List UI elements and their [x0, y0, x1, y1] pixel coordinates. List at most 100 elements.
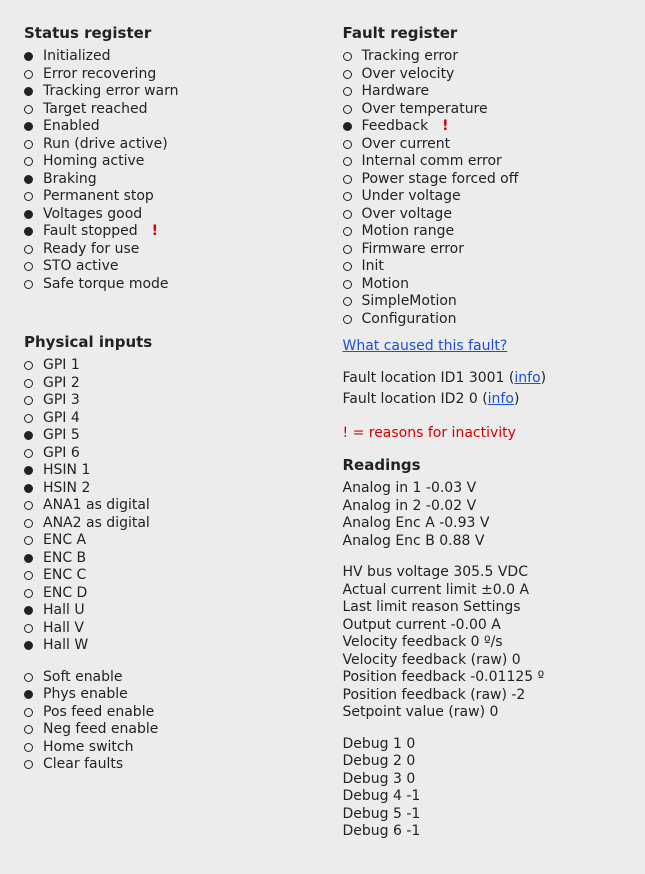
status-item-label: Braking [43, 171, 97, 189]
phys-item-label: Soft enable [43, 669, 123, 687]
readings-group-3: Debug 1 0Debug 2 0Debug 3 0Debug 4 -1Deb… [343, 736, 622, 841]
fault-item-firmware-error: Firmware error [343, 241, 622, 259]
fault-item-label: Firmware error [362, 241, 465, 259]
phys-item-label: GPI 3 [43, 392, 80, 410]
status-dot-icon [24, 589, 33, 598]
status-dot-icon [24, 708, 33, 717]
fault-loc2-info-link[interactable]: info [488, 391, 514, 407]
phys-item-label: Phys enable [43, 686, 128, 704]
fault-item-over-temperature: Over temperature [343, 101, 622, 119]
fault-cause-link[interactable]: What caused this fault? [343, 338, 508, 354]
status-dot-icon [24, 245, 33, 254]
fault-item-tracking-error: Tracking error [343, 48, 622, 66]
status-item-label: Enabled [43, 118, 100, 136]
fault-item-label: Hardware [362, 83, 430, 101]
reading-debug-1: Debug 1 0 [343, 736, 622, 754]
phys-item-label: ENC D [43, 585, 87, 603]
status-dot-icon [343, 227, 352, 236]
phys-item-gpi-1: GPI 1 [24, 357, 303, 375]
status-dot-icon [24, 725, 33, 734]
fault-item-label: Under voltage [362, 188, 461, 206]
fault-item-label: Tracking error [362, 48, 459, 66]
fault-item-label: Over current [362, 136, 451, 154]
status-dot-icon [24, 501, 33, 510]
status-dot-icon [24, 624, 33, 633]
fault-location-2: Fault location ID2 0 (info) [343, 391, 622, 409]
fault-item-label: Feedback [362, 118, 429, 136]
fault-item-internal-comm-error: Internal comm error [343, 153, 622, 171]
readings-title: Readings [343, 456, 622, 474]
inactivity-note: ! = reasons for inactivity [343, 425, 622, 443]
fault-item-label: SimpleMotion [362, 293, 457, 311]
reading-debug-3: Debug 3 0 [343, 771, 622, 789]
reading-velocity-feedback: Velocity feedback 0 º/s [343, 634, 622, 652]
status-dot-icon [24, 262, 33, 271]
status-item-label: Tracking error warn [43, 83, 179, 101]
reading-debug-4: Debug 4 -1 [343, 788, 622, 806]
status-dot-icon [343, 157, 352, 166]
reading-last-limit-reason: Last limit reason Settings [343, 599, 622, 617]
reading-debug-5: Debug 5 -1 [343, 806, 622, 824]
status-dot-icon [24, 641, 33, 650]
fault-item-over-velocity: Over velocity [343, 66, 622, 84]
status-dot-icon [343, 280, 352, 289]
phys-item-hsin-1: HSIN 1 [24, 462, 303, 480]
reading-analog-enc-b: Analog Enc B 0.88 V [343, 533, 622, 551]
status-item-label: Safe torque mode [43, 276, 169, 294]
phys-item-label: ENC B [43, 550, 86, 568]
fault-loc2-label: Fault location ID2 [343, 391, 469, 407]
phys-item-hall-u: Hall U [24, 602, 303, 620]
fault-item-motion: Motion [343, 276, 622, 294]
fault-item-label: Init [362, 258, 384, 276]
status-dot-icon [24, 52, 33, 61]
phys-item-enc-a: ENC A [24, 532, 303, 550]
fault-flag-icon: ! [152, 223, 158, 241]
physical-inputs-list: GPI 1GPI 2GPI 3GPI 4GPI 5GPI 6HSIN 1HSIN… [24, 357, 303, 655]
status-dot-icon [24, 431, 33, 440]
fault-loc1-info-link[interactable]: info [514, 370, 540, 386]
phys-item-gpi-4: GPI 4 [24, 410, 303, 428]
phys-item-hall-v: Hall V [24, 620, 303, 638]
status-dot-icon [343, 192, 352, 201]
status-dot-icon [343, 140, 352, 149]
phys-item-label: ENC A [43, 532, 86, 550]
left-column: Status register InitializedError recover… [24, 24, 303, 841]
status-dot-icon [24, 140, 33, 149]
fault-item-simplemotion: SimpleMotion [343, 293, 622, 311]
phys-item-gpi-3: GPI 3 [24, 392, 303, 410]
status-item-label: Homing active [43, 153, 144, 171]
physical-inputs-title: Physical inputs [24, 333, 303, 351]
status-dot-icon [343, 87, 352, 96]
status-item-label: Ready for use [43, 241, 139, 259]
status-dot-icon [24, 571, 33, 580]
phys-item-ana1-as-digital: ANA1 as digital [24, 497, 303, 515]
reading-analog-enc-a: Analog Enc A -0.93 V [343, 515, 622, 533]
phys-item-neg-feed-enable: Neg feed enable [24, 721, 303, 739]
fault-item-over-voltage: Over voltage [343, 206, 622, 224]
phys-item-label: HSIN 1 [43, 462, 90, 480]
reading-analog-in-1: Analog in 1 -0.03 V [343, 480, 622, 498]
fault-item-configuration: Configuration [343, 311, 622, 329]
status-item-label: Run (drive active) [43, 136, 168, 154]
fault-item-hardware: Hardware [343, 83, 622, 101]
fault-item-label: Configuration [362, 311, 457, 329]
status-item-voltages-good: Voltages good [24, 206, 303, 224]
fault-loc1-value: 3001 [469, 370, 505, 386]
status-dot-icon [24, 105, 33, 114]
status-dot-icon [343, 122, 352, 131]
fault-loc2-value: 0 [469, 391, 478, 407]
status-item-homing-active: Homing active [24, 153, 303, 171]
status-item-label: Error recovering [43, 66, 156, 84]
status-item-safe-torque-mode: Safe torque mode [24, 276, 303, 294]
fault-item-label: Motion [362, 276, 409, 294]
reading-position-feedback: Position feedback -0.01125 º [343, 669, 622, 687]
status-dot-icon [24, 157, 33, 166]
status-dot-icon [343, 297, 352, 306]
status-dot-icon [24, 554, 33, 563]
phys-item-label: Hall V [43, 620, 84, 638]
fault-location-1: Fault location ID1 3001 (info) [343, 370, 622, 388]
reading-actual-current-limit: Actual current limit ±0.0 A [343, 582, 622, 600]
phys-item-label: GPI 6 [43, 445, 80, 463]
phys-item-pos-feed-enable: Pos feed enable [24, 704, 303, 722]
fault-item-label: Internal comm error [362, 153, 502, 171]
